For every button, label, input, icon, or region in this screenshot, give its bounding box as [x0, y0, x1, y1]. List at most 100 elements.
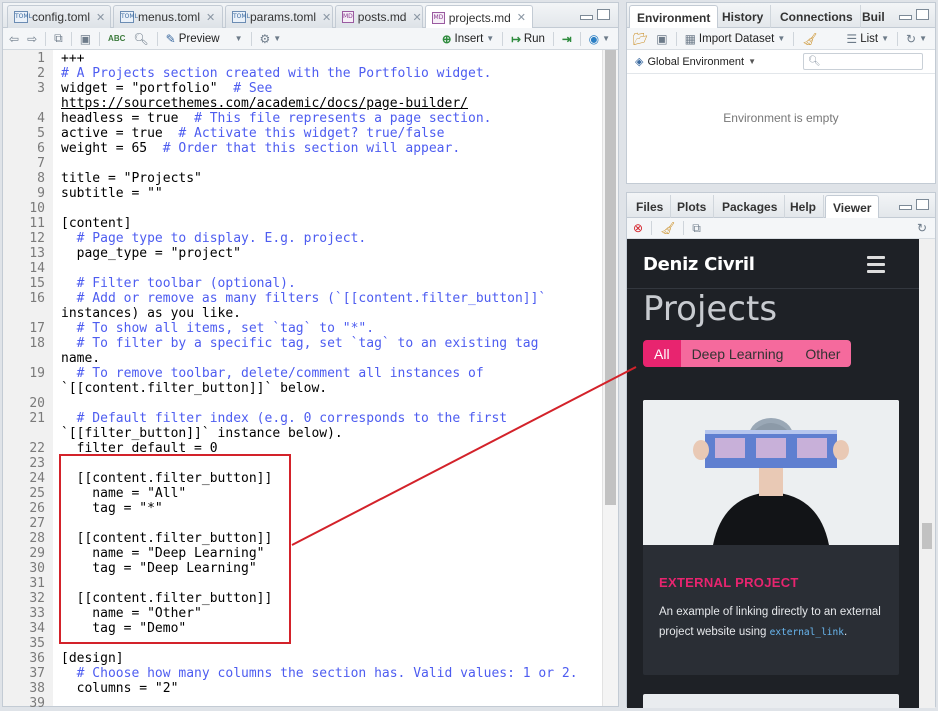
tab-viewer[interactable]: Viewer — [825, 195, 880, 219]
tab-connections[interactable]: Connections — [773, 5, 861, 28]
open-folder-icon[interactable]: 📂︎ — [633, 32, 648, 46]
editor-vertical-scrollbar[interactable] — [602, 50, 618, 706]
line-number: 23 — [29, 456, 45, 471]
maximize-icon[interactable] — [916, 9, 929, 20]
insert-button[interactable]: ⊕ Insert ▼ — [442, 32, 494, 46]
refresh-button[interactable]: ↻ ▼ — [906, 32, 927, 46]
run-button[interactable]: ↦ Run — [511, 32, 545, 46]
code-line[interactable]: weight = 65 # Order that this section wi… — [61, 141, 460, 156]
source-run-icon[interactable]: ⇥ — [562, 32, 572, 46]
code-comment: # This file represents a page section. — [194, 111, 492, 126]
tab-menus-toml[interactable]: TOML menus.toml ✕ — [113, 5, 223, 28]
tab-environment[interactable]: Environment — [629, 5, 719, 29]
back-arrow-icon[interactable]: ⇦ — [9, 32, 19, 46]
line-number: 20 — [29, 396, 45, 411]
minimize-icon[interactable] — [580, 15, 593, 20]
show-in-window-icon[interactable]: ⧉ — [54, 31, 63, 46]
code-line[interactable]: `[[content.filter_button]]` below. — [61, 381, 327, 396]
line-number: 16 — [29, 291, 45, 306]
hamburger-menu-icon[interactable] — [867, 256, 885, 277]
code-line[interactable]: widget = "portfolio" # See — [61, 81, 272, 96]
project-card[interactable]: EXTERNAL PROJECT An example of linking d… — [643, 400, 899, 675]
viewer-toolbar: ⊗ 🧹︎ ⧉ ↻ — [627, 218, 935, 239]
refresh-icon[interactable]: ↻ — [917, 221, 927, 235]
list-view-button[interactable]: ☰ List ▼ — [846, 32, 889, 46]
line-number: 33 — [29, 606, 45, 621]
broom-icon[interactable]: 🧹︎ — [802, 32, 817, 46]
tab-posts-md[interactable]: MD posts.md ✕ — [335, 5, 423, 28]
global-environment-dropdown[interactable]: ◈ Global Environment ▼ — [635, 55, 756, 69]
preview-button[interactable]: ✎ Preview ▼ — [166, 32, 243, 46]
tab-config-toml[interactable]: TOML config.toml ✕ — [7, 5, 111, 28]
tab-history[interactable]: History — [715, 5, 772, 28]
code-line[interactable]: +++ — [61, 51, 84, 66]
gear-icon: ⚙ — [259, 31, 271, 46]
code-line[interactable]: # Add or remove as many filters (`[[cont… — [61, 291, 547, 306]
code-line[interactable]: # Page type to display. E.g. project. — [61, 231, 367, 246]
import-dataset-button[interactable]: ▦ Import Dataset ▼ — [685, 32, 786, 46]
code-line[interactable]: active = true # Activate this widget? tr… — [61, 126, 445, 141]
scrollbar-thumb[interactable] — [922, 523, 932, 549]
minimize-icon[interactable] — [899, 15, 912, 20]
list-icon: ☰ — [846, 31, 858, 46]
line-number: 36 — [29, 651, 45, 666]
tab-build[interactable]: Buil — [855, 5, 892, 28]
project-card-description: An example of linking directly to an ext… — [659, 606, 881, 638]
close-icon[interactable]: ✕ — [412, 11, 421, 24]
code-line[interactable]: columns = "2" — [61, 681, 179, 696]
tab-files[interactable]: Files — [629, 195, 672, 218]
code-line[interactable]: [content] — [61, 216, 131, 231]
code-line[interactable]: title = "Projects" — [61, 171, 202, 186]
editor-window-controls — [580, 9, 610, 20]
project-card-label[interactable]: EXTERNAL PROJECT — [659, 575, 799, 590]
close-icon[interactable]: ✕ — [517, 11, 526, 24]
scrollbar-thumb[interactable] — [605, 50, 616, 505]
code-line[interactable]: instances) as you like. — [61, 306, 241, 321]
code-line[interactable]: name. — [61, 351, 100, 366]
tab-plots[interactable]: Plots — [670, 195, 715, 218]
tab-params-toml[interactable]: TOML params.toml ✕ — [225, 5, 333, 28]
toolbar-divider — [45, 31, 47, 46]
site-brand[interactable]: Deniz Civril — [643, 254, 755, 275]
minimize-icon[interactable] — [899, 205, 912, 210]
tab-help[interactable]: Help — [783, 195, 825, 218]
code-line[interactable]: # A Projects section created with the Po… — [61, 66, 491, 81]
code-line[interactable]: subtitle = "" — [61, 186, 163, 201]
code-comment: # To filter by a specific tag, set `tag`… — [76, 336, 539, 351]
settings-menu-button[interactable]: ⚙ ▼ — [260, 32, 282, 46]
project-card-next[interactable] — [643, 694, 899, 708]
filter-button-other[interactable]: Other — [794, 340, 852, 367]
save-icon[interactable]: ▣ — [80, 32, 91, 46]
code-line[interactable]: [design] — [61, 651, 124, 666]
save-icon[interactable]: ▣ — [656, 32, 667, 46]
tab-label: projects.md — [448, 10, 511, 25]
code-line[interactable]: # To show all items, set `tag` to "*". — [61, 321, 374, 336]
filter-button-all[interactable]: All — [643, 340, 681, 367]
code-line[interactable]: # Default filter index (e.g. 0 correspon… — [61, 411, 507, 426]
publish-button[interactable]: ◉ ▼ — [589, 32, 610, 46]
broom-icon[interactable]: 🧹︎ — [660, 221, 675, 235]
code-line[interactable]: # To filter by a specific tag, set `tag`… — [61, 336, 539, 351]
forward-arrow-icon[interactable]: ⇨ — [27, 32, 37, 46]
close-icon[interactable]: ✕ — [96, 11, 105, 24]
code-line[interactable]: headless = true # This file represents a… — [61, 111, 491, 126]
maximize-icon[interactable] — [916, 199, 929, 210]
show-in-window-icon[interactable]: ⧉ — [692, 221, 701, 236]
code-line[interactable]: # Choose how many columns the section ha… — [61, 666, 578, 681]
tab-packages[interactable]: Packages — [715, 195, 786, 218]
close-icon[interactable]: ✕ — [322, 11, 331, 24]
code-line[interactable]: `[[filter_button]]` instance below). — [61, 426, 343, 441]
search-icon[interactable]: 🔍︎ — [133, 32, 148, 46]
maximize-icon[interactable] — [597, 9, 610, 20]
viewer-vertical-scrollbar[interactable] — [919, 239, 935, 708]
environment-search-input[interactable]: 🔍︎ — [803, 53, 923, 70]
code-line[interactable]: https://sourcethemes.com/academic/docs/p… — [61, 96, 468, 111]
stop-icon[interactable]: ⊗ — [633, 221, 643, 235]
code-line[interactable]: page_type = "project" — [61, 246, 241, 261]
code-line[interactable]: # Filter toolbar (optional). — [61, 276, 296, 291]
filter-button-deep-learning[interactable]: Deep Learning — [680, 340, 795, 367]
close-icon[interactable]: ✕ — [206, 11, 215, 24]
spellcheck-icon[interactable]: ABC — [108, 34, 125, 43]
tab-projects-md[interactable]: MD projects.md ✕ — [425, 5, 533, 29]
code-line[interactable]: # To remove toolbar, delete/comment all … — [61, 366, 484, 381]
